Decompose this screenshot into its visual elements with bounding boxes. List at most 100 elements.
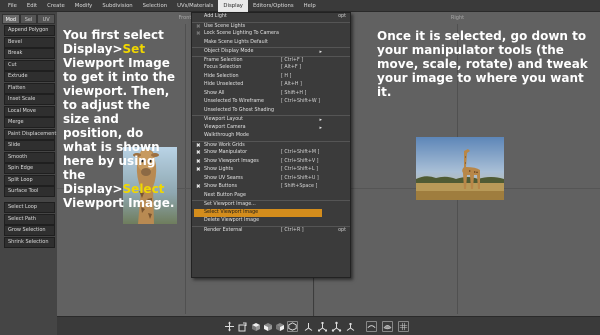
- tool-split-loop[interactable]: Split Loop: [4, 174, 55, 186]
- menu-item-viewport-layout[interactable]: Viewport Layout ▸: [192, 115, 350, 124]
- menu-item-focus-selection[interactable]: Focus Selection [ Alt+F ]: [192, 64, 350, 73]
- instruction-caption-right: Once it is selected, go down to your man…: [377, 29, 588, 99]
- add-light-label: Add Light: [204, 14, 227, 19]
- menu-editors-options[interactable]: Editors/Options: [248, 0, 299, 12]
- hide-unselected-shortcut: [ Alt+H ]: [281, 82, 302, 87]
- add-light-opt[interactable]: opt: [338, 13, 346, 22]
- tool-grow-selection[interactable]: Grow Selection: [4, 225, 55, 236]
- menu-item-hide-unselected[interactable]: Hide Unselected [ Alt+H ]: [192, 81, 350, 90]
- hide-unselected-label: Hide Unselected: [204, 82, 244, 87]
- tool-flatten[interactable]: Flatten: [4, 82, 55, 94]
- menu-item-unselected-to-wireframe[interactable]: Unselected To Wireframe [ Ctrl+Shift+W ]: [192, 98, 350, 107]
- scale-tool-icon[interactable]: [237, 321, 248, 332]
- tool-select-path[interactable]: Select Path: [4, 213, 55, 225]
- tool-bevel[interactable]: Bevel: [4, 36, 55, 48]
- cube-top-icon[interactable]: [250, 321, 261, 332]
- viewport-right-label: Right: [450, 15, 465, 21]
- tool-append-polygon[interactable]: Append Polygon: [4, 25, 55, 36]
- menu-subdivision[interactable]: Subdivision: [97, 0, 137, 12]
- menu-uvs-materials[interactable]: UVs/Materials: [172, 0, 218, 12]
- view-smooth-icon[interactable]: [382, 321, 393, 332]
- menu-item-make-scene-lights-default[interactable]: Make Scene Lights Default: [192, 39, 350, 48]
- giraffe-savanna-image[interactable]: [416, 137, 504, 200]
- menu-item-unselected-to-ghost[interactable]: Unselected To Ghost Shading: [192, 107, 350, 116]
- hide-selection-shortcut: [ H ]: [281, 73, 292, 79]
- check-icon: ✖: [196, 150, 201, 156]
- focus-selection-shortcut: [ Alt+F ]: [281, 65, 302, 70]
- menu-item-delete-viewport-image[interactable]: Delete Viewport Image: [192, 217, 350, 226]
- tool-paint-displacement[interactable]: Paint Displacement: [4, 128, 56, 140]
- menu-display[interactable]: Display: [218, 0, 248, 12]
- menu-item-hide-selection[interactable]: Hide Selection [ H ]: [192, 73, 350, 82]
- tool-inset-scale[interactable]: Inset Scale: [4, 94, 55, 105]
- menu-selection[interactable]: Selection: [138, 0, 172, 12]
- show-uv-seams-label: Show UV Seams: [204, 175, 243, 181]
- menu-item-use-scene-lights[interactable]: ✖ Use Scene Lights: [192, 21, 350, 31]
- render-external-opt[interactable]: opt: [338, 227, 346, 236]
- menu-item-lock-scene-lighting[interactable]: ✖ Lock Scene Lighting To Camera: [192, 30, 350, 39]
- instruction-caption-left: You first select Display>Set Viewport Im…: [63, 28, 180, 210]
- tool-extrude[interactable]: Extrude: [4, 71, 55, 82]
- menu-item-show-work-grids[interactable]: ✖ Show Work Grids: [192, 140, 350, 150]
- menu-item-show-buttons[interactable]: ✖ Show Buttons [ Shift+Space ]: [192, 183, 350, 192]
- menu-item-frame-selection[interactable]: Frame Selection[ Ctrl+F ]: [192, 55, 350, 65]
- menu-item-add-light[interactable]: Add Light opt: [192, 13, 350, 22]
- menu-help[interactable]: Help: [299, 0, 321, 12]
- tab-uv[interactable]: UV: [37, 14, 56, 24]
- tool-slide[interactable]: Slide: [4, 140, 55, 151]
- cube-perspective-icon[interactable]: [287, 321, 298, 332]
- menubar: File Edit Create Modify Subdivision Sele…: [0, 0, 600, 12]
- tool-smooth[interactable]: Smooth: [4, 151, 55, 163]
- tool-merge[interactable]: Merge: [4, 117, 55, 128]
- menu-edit[interactable]: Edit: [22, 0, 42, 12]
- caption-left-part2: Viewport Image to get it into the viewpo…: [63, 56, 176, 196]
- hide-selection-label: Hide Selection: [204, 73, 239, 79]
- menu-item-select-viewport-image[interactable]: Select Viewport Image: [194, 208, 322, 217]
- menu-item-walkthrough-mode[interactable]: Walkthrough Mode: [192, 132, 350, 141]
- menu-item-next-button-page[interactable]: Next Button Page: [192, 192, 350, 201]
- tab-mod[interactable]: Mod: [2, 14, 20, 24]
- menu-create[interactable]: Create: [42, 0, 70, 12]
- manipulator-axis-icon[interactable]: [303, 321, 314, 332]
- frame-selection-label: Frame Selection: [204, 57, 243, 63]
- menu-item-show-all[interactable]: Show All [ Shift+H ]: [192, 90, 350, 99]
- move-tool-icon[interactable]: [224, 321, 235, 332]
- menu-item-show-manipulator[interactable]: ✖ Show Manipulator [ Ctrl+Shift+M ]: [192, 149, 350, 158]
- menu-item-render-external[interactable]: Render External [ Ctrl+R ] opt: [192, 225, 350, 236]
- menu-item-object-display-mode[interactable]: Object Display Mode ▸: [192, 47, 350, 56]
- show-manipulator-shortcut: [ Ctrl+Shift+M ]: [281, 150, 320, 155]
- bottom-toolbar: [57, 316, 600, 335]
- menu-item-show-viewport-images[interactable]: ✖ Show Viewport Images [ Ctrl+Shift+V ]: [192, 158, 350, 167]
- view-wire-icon[interactable]: [366, 321, 377, 332]
- make-scene-lights-default-label: Make Scene Lights Default: [204, 39, 268, 45]
- tool-surface-tool[interactable]: Surface Tool: [4, 186, 55, 197]
- unselected-wireframe-label: Unselected To Wireframe: [204, 99, 264, 104]
- manipulator-free-icon[interactable]: [345, 321, 356, 332]
- menu-item-viewport-camera[interactable]: Viewport Camera ▸: [192, 124, 350, 133]
- show-all-shortcut: [ Shift+H ]: [281, 90, 307, 96]
- tool-spin-edge[interactable]: Spin Edge: [4, 163, 55, 174]
- viewport-camera-label: Viewport Camera: [204, 124, 246, 130]
- caption-left-part3: Viewport Image.: [63, 196, 175, 210]
- manipulator-rotate-icon[interactable]: [331, 321, 342, 332]
- tool-local-move[interactable]: Local Move: [4, 105, 55, 117]
- menu-item-show-lights[interactable]: ✖ Show Lights [ Ctrl+Shift+L ]: [192, 166, 350, 175]
- tab-sel[interactable]: Sel: [19, 14, 38, 24]
- manipulator-scale-icon[interactable]: [317, 321, 328, 332]
- menu-file[interactable]: File: [3, 0, 22, 12]
- show-buttons-shortcut: [ Shift+Space ]: [281, 184, 318, 189]
- viewport-front-axis: [185, 24, 186, 314]
- tool-cut[interactable]: Cut: [4, 59, 55, 71]
- menu-modify[interactable]: Modify: [70, 0, 98, 12]
- menu-item-show-uv-seams[interactable]: Show UV Seams [ Ctrl+Shift+U ]: [192, 175, 350, 184]
- unselected-ghost-label: Unselected To Ghost Shading: [204, 107, 274, 113]
- tool-select-loop[interactable]: Select Loop: [4, 202, 55, 213]
- cube-front-icon[interactable]: [262, 321, 273, 332]
- tool-shrink-selection[interactable]: Shrink Selection: [4, 236, 55, 248]
- menu-item-set-viewport-image[interactable]: Set Viewport Image...: [192, 200, 350, 209]
- cube-side-icon[interactable]: [274, 321, 285, 332]
- view-grid-icon[interactable]: [398, 321, 409, 332]
- tool-break[interactable]: Break: [4, 48, 55, 59]
- viewport-right[interactable]: Right Once it is selected, go down to yo…: [315, 12, 600, 316]
- use-scene-lights-label: Use Scene Lights: [204, 23, 246, 29]
